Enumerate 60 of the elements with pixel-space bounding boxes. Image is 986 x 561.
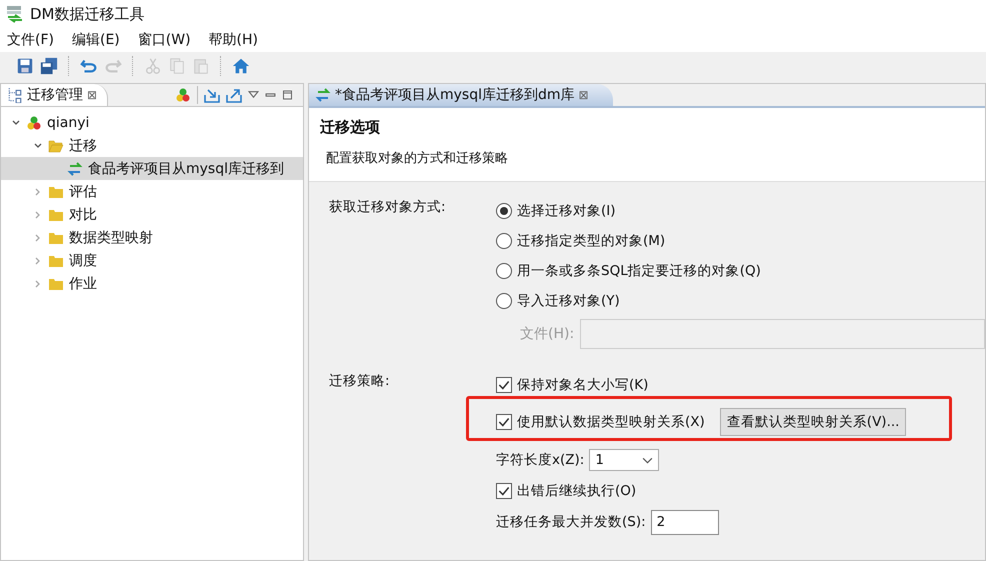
expand-toggle-icon[interactable]: [33, 140, 43, 150]
radio-button[interactable]: [496, 233, 512, 249]
view-mapping-button[interactable]: 查看默认类型映射关系(V)...: [720, 408, 906, 436]
tab-label: *食品考评项目从mysql库迁移到dm库: [335, 86, 575, 104]
menu-item[interactable]: 帮助(H): [208, 31, 258, 49]
view-tab[interactable]: 迁移管理 ⊠: [1, 84, 108, 106]
caret-icon: [642, 456, 654, 464]
field-label: 迁移任务最大并发数(S):: [496, 513, 646, 531]
field-label: 迁移策略:: [329, 372, 391, 391]
checkbox-label[interactable]: 出错后继续执行(O): [517, 482, 636, 500]
export-icon[interactable]: [226, 87, 242, 103]
tree-item[interactable]: 迁移: [69, 136, 97, 154]
circles-icon[interactable]: [175, 87, 191, 103]
checkbox[interactable]: [496, 414, 512, 430]
radio-button[interactable]: [496, 203, 512, 219]
tree-item[interactable]: 调度: [69, 252, 97, 270]
tree-item[interactable]: qianyi: [47, 114, 90, 130]
radio-label[interactable]: 选择迁移对象(I): [517, 202, 616, 220]
editor-tab[interactable]: *食品考评项目从mysql库迁移到dm库 ⊠: [309, 84, 613, 106]
checkbox-label[interactable]: 保持对象名大小写(K): [517, 376, 648, 394]
tree-item[interactable]: 对比: [69, 206, 97, 224]
tab-label: 迁移管理: [27, 86, 83, 104]
radio-button[interactable]: [496, 263, 512, 279]
tree-item[interactable]: 数据类型映射: [69, 228, 153, 246]
transfer-arrows-icon: [67, 160, 83, 176]
file-input-field[interactable]: [580, 319, 985, 349]
concurrency-input-field[interactable]: 2: [650, 510, 719, 534]
expand-toggle-icon[interactable]: [11, 118, 21, 128]
project-icon: [26, 114, 42, 130]
section-description: 配置获取对象的方式和迁移策略: [325, 150, 509, 167]
tree-item[interactable]: 评估: [69, 182, 97, 200]
home-icon[interactable]: [232, 57, 250, 75]
window-title: DM数据迁移工具: [30, 4, 144, 24]
field-label: 获取迁移对象方式:: [329, 198, 447, 217]
import-icon[interactable]: [204, 87, 220, 103]
radio-label[interactable]: 用一条或多条SQL指定要迁移的对象(Q): [517, 262, 761, 280]
radio-button[interactable]: [496, 293, 512, 309]
close-icon[interactable]: ⊠: [87, 88, 98, 102]
radio-label[interactable]: 导入迁移对象(Y): [517, 292, 620, 310]
field-label: 字符长度x(Z):: [496, 451, 584, 469]
close-icon[interactable]: ⊠: [578, 88, 589, 102]
maximize-icon[interactable]: [282, 90, 293, 100]
folder-icon: [48, 138, 64, 154]
tree-icon: [7, 87, 23, 103]
checkbox-label[interactable]: 使用默认数据类型映射关系(X): [517, 413, 705, 431]
checkbox[interactable]: [496, 377, 512, 393]
radio-label[interactable]: 迁移指定类型的对象(M): [517, 232, 666, 250]
save-icon[interactable]: [16, 57, 34, 75]
field-label: 文件(H):: [520, 325, 574, 343]
menu-item[interactable]: 窗口(W): [138, 31, 191, 49]
undo-icon[interactable]: [80, 57, 98, 75]
menu-item[interactable]: 文件(F): [7, 31, 54, 49]
checkbox[interactable]: [496, 483, 512, 499]
save-all-icon[interactable]: [40, 57, 58, 75]
length-dropdown[interactable]: 1: [589, 449, 660, 471]
section-title: 迁移选项: [320, 118, 381, 137]
dropdown-icon[interactable]: [248, 90, 259, 100]
menu-item[interactable]: 编辑(E): [72, 31, 120, 49]
app-icon: [6, 5, 24, 23]
tree-item[interactable]: 作业: [69, 274, 97, 292]
